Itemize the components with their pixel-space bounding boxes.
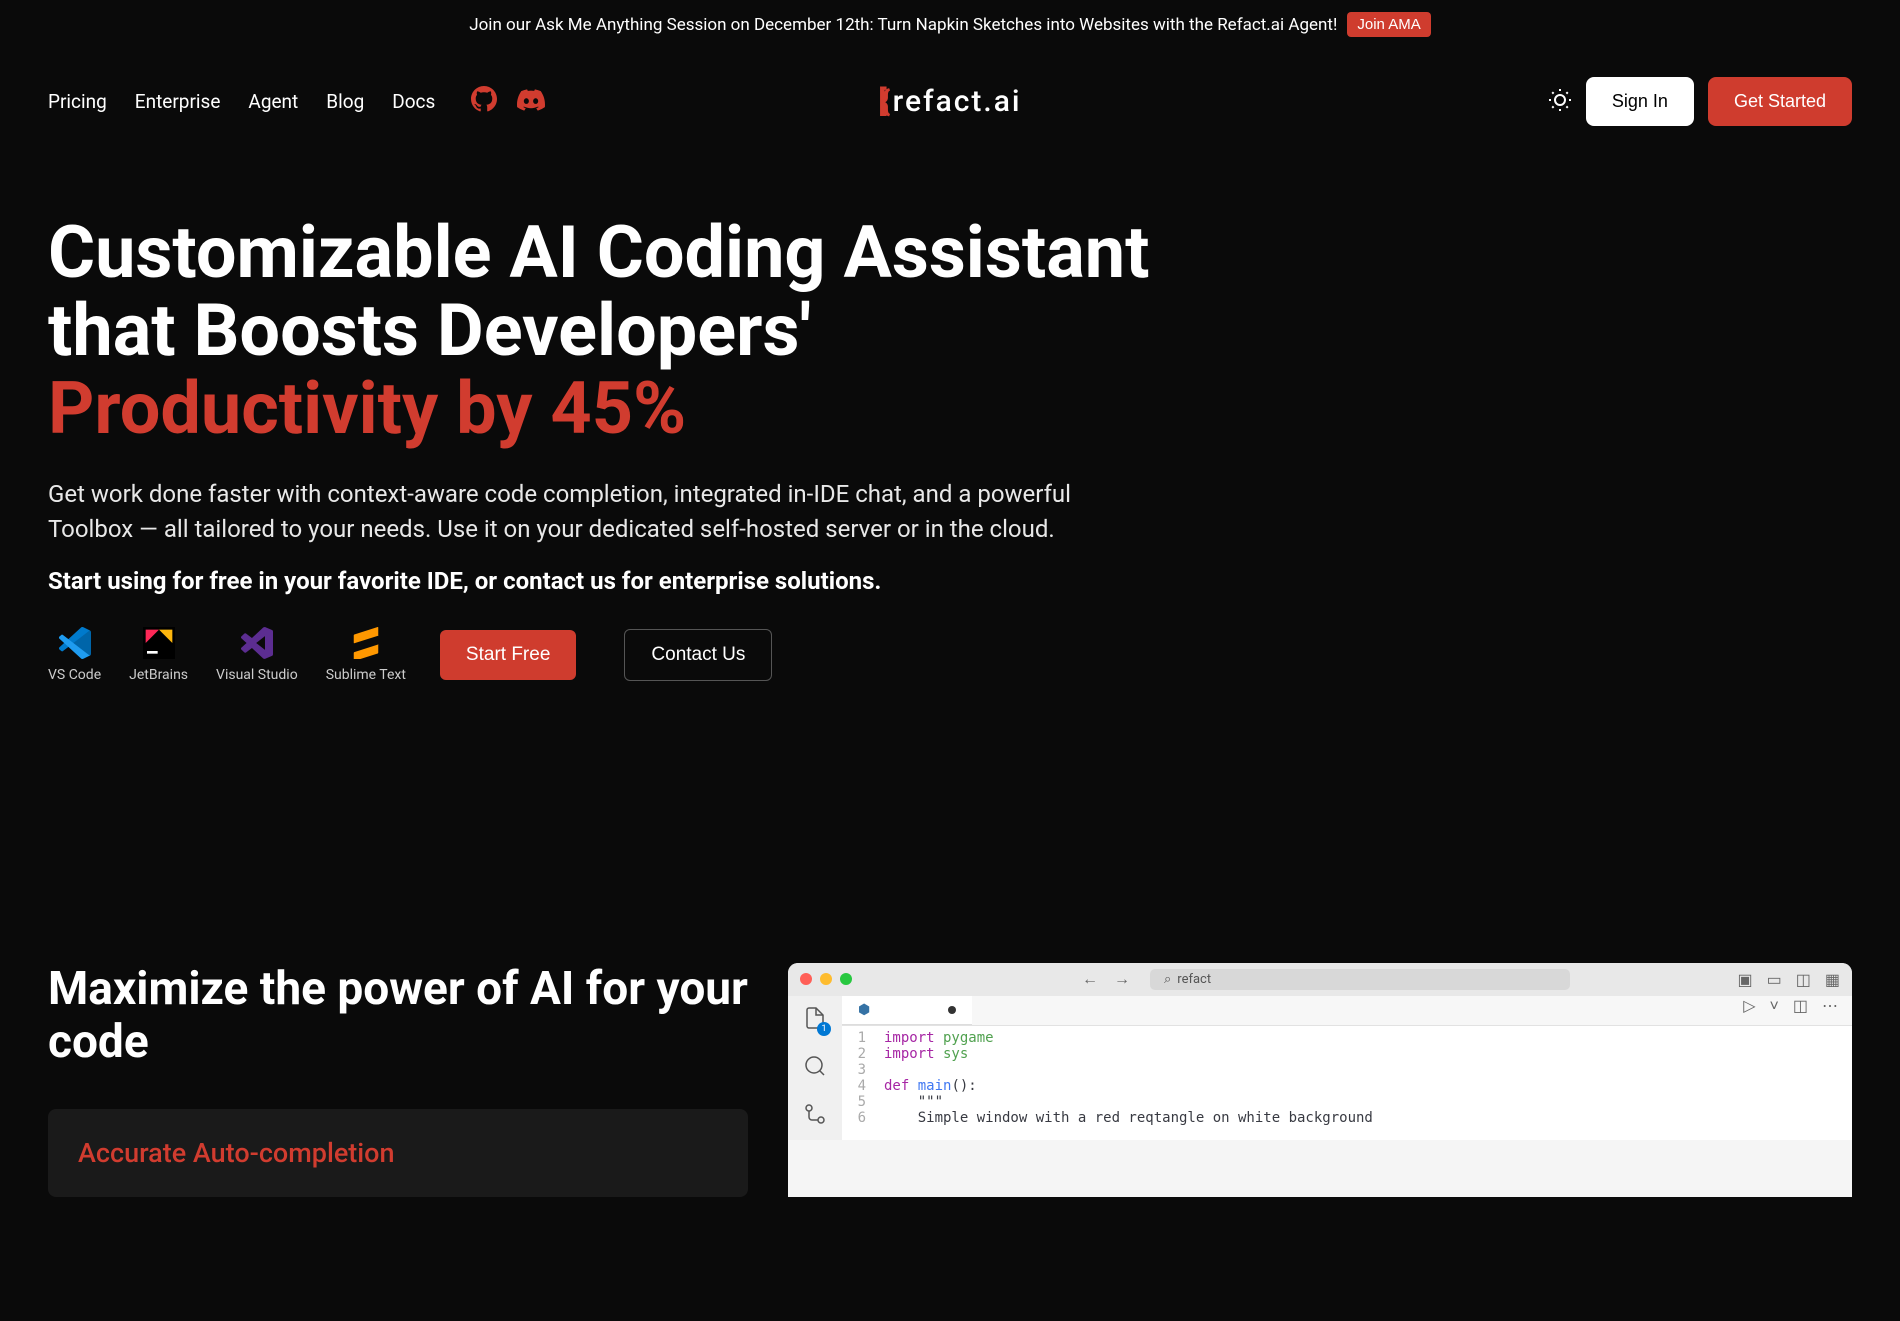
run-dropdown-icon[interactable]: ˅ [1770, 996, 1779, 1016]
unsaved-dot-icon [948, 1006, 956, 1014]
ide-sublime[interactable]: Sublime Text [326, 627, 406, 683]
hero-section: Customizable AI Coding Assistant that Bo… [0, 154, 1300, 683]
panel-icon[interactable]: ▭ [1767, 970, 1782, 989]
explorer-icon[interactable]: 1 [803, 1006, 827, 1034]
grid-icon[interactable]: ▦ [1825, 970, 1840, 989]
code-area[interactable]: 1import pygame 2import sys 3 4def main()… [842, 1026, 1852, 1130]
start-free-button[interactable]: Start Free [440, 630, 576, 680]
jetbrains-icon [143, 627, 175, 659]
vscode-icon [59, 627, 91, 659]
run-icon[interactable]: ▷ [1743, 996, 1755, 1016]
main-nav: Pricing Enterprise Agent Blog Docs [{ re… [0, 49, 1900, 154]
logo-text: refact.ai [893, 84, 1022, 119]
visualstudio-icon [241, 627, 273, 659]
logo[interactable]: [{ refact.ai [878, 84, 1021, 119]
editor-activitybar: 1 [788, 996, 842, 1140]
nav-blog[interactable]: Blog [326, 90, 364, 113]
get-started-button[interactable]: Get Started [1708, 77, 1852, 126]
github-icon[interactable] [471, 86, 497, 118]
announcement-text: Join our Ask Me Anything Session on Dece… [469, 15, 1337, 35]
theme-toggle-icon[interactable] [1548, 88, 1572, 116]
maximize-icon[interactable] [840, 973, 852, 985]
join-ama-button[interactable]: Join AMA [1347, 12, 1430, 37]
ide-vscode[interactable]: VS Code [48, 627, 101, 683]
sign-in-button[interactable]: Sign In [1586, 77, 1694, 126]
hero-cta-text: Start using for free in your favorite ID… [48, 567, 1252, 595]
editor-tab-demo[interactable]: ⬢ demo.py [842, 996, 972, 1025]
nav-docs[interactable]: Docs [392, 90, 435, 113]
back-icon[interactable]: ← [1082, 969, 1098, 989]
sublime-icon [350, 627, 382, 659]
nav-enterprise[interactable]: Enterprise [135, 90, 221, 113]
editor-titlebar: ← → ⌕ refact ▣ ▭ ◫ ▦ [788, 963, 1852, 996]
logo-brackets-icon: [{ [878, 84, 884, 119]
hero-subtitle: Get work done faster with context-aware … [48, 477, 1098, 547]
features-heading: Maximize the power of AI for your code [48, 963, 748, 1069]
window-controls [800, 973, 852, 985]
search-icon: ⌕ [1164, 972, 1171, 987]
ide-visualstudio[interactable]: Visual Studio [216, 627, 298, 683]
ide-row: VS Code JetBrains Visual Studio Sublime … [48, 627, 1252, 683]
discord-icon[interactable] [517, 86, 545, 118]
nav-right: Sign In Get Started [1548, 77, 1852, 126]
nav-arrows: ← → [1082, 969, 1130, 989]
explorer-badge: 1 [817, 1022, 831, 1036]
search-sidebar-icon[interactable] [803, 1054, 827, 1082]
contact-us-button[interactable]: Contact Us [624, 629, 772, 681]
editor-mock: ← → ⌕ refact ▣ ▭ ◫ ▦ 1 [788, 963, 1852, 1197]
nav-left: Pricing Enterprise Agent Blog Docs [48, 86, 545, 118]
source-control-icon[interactable] [803, 1102, 827, 1130]
editor-search[interactable]: ⌕ refact [1150, 969, 1570, 990]
python-icon: ⬢ [858, 1002, 870, 1018]
nav-agent[interactable]: Agent [248, 90, 298, 113]
feature-card-title: Accurate Auto-completion [78, 1137, 718, 1169]
more-icon[interactable]: ⋯ [1822, 996, 1838, 1016]
nav-pricing[interactable]: Pricing [48, 90, 107, 113]
hero-heading: Customizable AI Coding Assistant that Bo… [48, 214, 1252, 447]
minimize-icon[interactable] [820, 973, 832, 985]
announcement-bar: Join our Ask Me Anything Session on Dece… [0, 0, 1900, 49]
sidebar-icon[interactable]: ◫ [1796, 970, 1811, 989]
split-icon[interactable]: ◫ [1793, 996, 1808, 1016]
layout-icon[interactable]: ▣ [1738, 970, 1753, 989]
editor-tabbar: ⬢ demo.py ▷ ˅ ◫ ⋯ [842, 996, 1852, 1026]
ide-jetbrains[interactable]: JetBrains [129, 627, 188, 683]
features-section: Maximize the power of AI for your code A… [0, 683, 1900, 1197]
close-icon[interactable] [800, 973, 812, 985]
forward-icon[interactable]: → [1114, 969, 1130, 989]
feature-card-autocomplete[interactable]: Accurate Auto-completion [48, 1109, 748, 1197]
